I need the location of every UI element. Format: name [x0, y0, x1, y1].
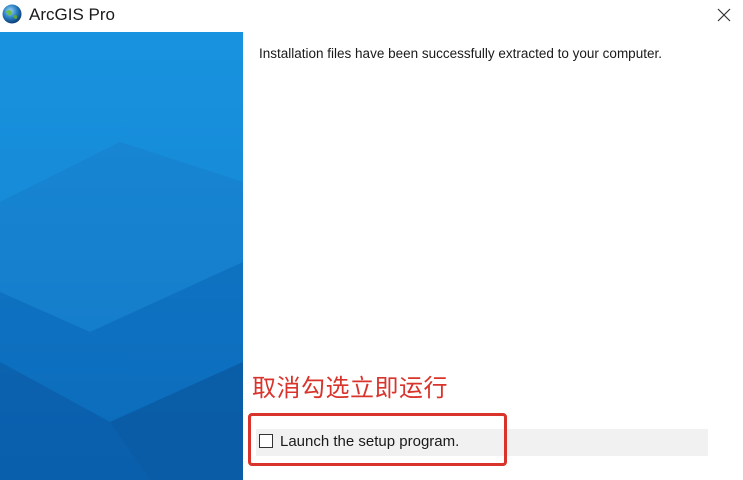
status-message: Installation files have been successfull…	[259, 46, 662, 61]
annotation-label: 取消勾选立即运行	[252, 374, 448, 402]
close-button[interactable]	[709, 2, 739, 28]
close-icon	[717, 8, 731, 22]
content-panel: Installation files have been successfull…	[243, 32, 743, 480]
side-banner-image	[0, 32, 243, 480]
launch-setup-row[interactable]: Launch the setup program.	[256, 429, 708, 456]
title-bar: ArcGIS Pro	[0, 0, 743, 32]
installer-window: ArcGIS Pro Installation files have been …	[0, 0, 743, 480]
window-title: ArcGIS Pro	[29, 5, 115, 24]
launch-setup-checkbox[interactable]	[259, 434, 273, 448]
launch-setup-label[interactable]: Launch the setup program.	[280, 433, 459, 450]
arcgis-globe-icon	[2, 4, 22, 24]
